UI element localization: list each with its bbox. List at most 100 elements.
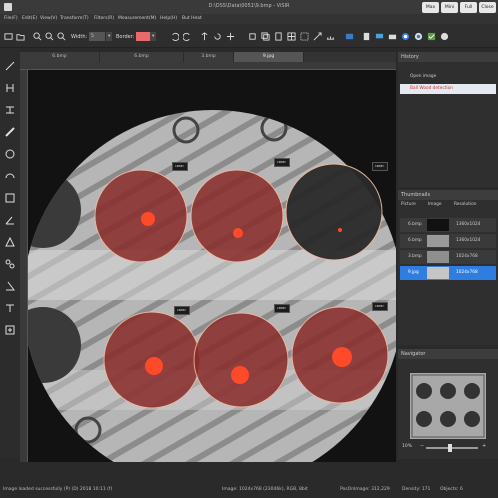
- measure-icon[interactable]: [326, 32, 335, 41]
- mirror-icon[interactable]: [226, 32, 235, 41]
- crop-icon[interactable]: [248, 32, 257, 41]
- image-canvas[interactable]: 18DF 1230D 18DF 1230D 18DF 1230D 18DF 1230D …: [28, 70, 396, 462]
- menu-help[interactable]: Help(H): [160, 16, 177, 21]
- paste-icon[interactable]: [274, 32, 283, 41]
- info-icon[interactable]: [414, 32, 423, 41]
- detected-object[interactable]: [190, 169, 284, 263]
- camera-icon[interactable]: [388, 32, 397, 41]
- max-button[interactable]: Max: [422, 2, 439, 13]
- border-dropdown[interactable]: ▾: [150, 32, 156, 41]
- flip-icon[interactable]: [200, 32, 209, 41]
- thumbnails-panel: Thumbnails Picture Image Resolution 6.bm…: [398, 190, 498, 345]
- thumbnail-name: 9.jpg: [408, 270, 419, 275]
- zoom-slider-handle[interactable]: [448, 444, 452, 452]
- open-icon[interactable]: [4, 32, 13, 41]
- menu-bar: File(F) Edit(E) View(V) Transform(T) Fil…: [0, 14, 498, 24]
- width-dropdown[interactable]: ▾: [106, 32, 112, 41]
- width-field[interactable]: 5: [89, 32, 105, 41]
- rect-tool-icon[interactable]: [4, 192, 16, 204]
- border-label: Border:: [116, 34, 135, 40]
- object-label: 18DF 1230D: [274, 304, 290, 313]
- status-message: Image loaded successfully (P) (D) 2018 1…: [3, 487, 113, 492]
- check-icon[interactable]: [427, 32, 436, 41]
- text-tool-icon[interactable]: [4, 302, 16, 314]
- zoom-fit-icon[interactable]: [57, 32, 66, 41]
- navigator-preview[interactable]: [410, 373, 486, 439]
- toolbar: Width: 5 ▾ Border: ▾: [0, 24, 498, 48]
- redo-icon[interactable]: [183, 32, 192, 41]
- point-tool-icon[interactable]: [4, 258, 16, 270]
- menu-edit[interactable]: Edit(E): [22, 16, 37, 21]
- horizontal-ruler: [20, 62, 396, 70]
- menu-transform[interactable]: Transform(T): [60, 16, 89, 21]
- height-tool-icon[interactable]: [4, 82, 16, 94]
- select-icon[interactable]: [300, 32, 309, 41]
- help-icon[interactable]: [440, 32, 449, 41]
- zoom-in-icon[interactable]: +: [482, 443, 486, 449]
- thumbnail-row[interactable]: 6.bmp 1360x1024: [400, 218, 496, 232]
- thumbnail-row[interactable]: 6.bmp 1360x1024: [400, 234, 496, 248]
- vertical-ruler: [20, 70, 28, 462]
- thumbnails-title: Thumbnails: [398, 190, 498, 200]
- column-picture: Picture: [401, 202, 416, 207]
- transform-icon[interactable]: [313, 32, 322, 41]
- line-tool-icon[interactable]: [4, 60, 16, 72]
- ruler-tool-icon[interactable]: [4, 126, 16, 138]
- tab-9-jpg[interactable]: 9.jpg: [234, 52, 304, 62]
- thumbnail-row[interactable]: 3.bmp 1024x768: [400, 250, 496, 264]
- full-button[interactable]: Full: [460, 2, 477, 13]
- border-color-swatch[interactable]: [136, 32, 150, 41]
- density-readout: Density: 171: [402, 487, 431, 492]
- detected-object[interactable]: [94, 169, 188, 263]
- mini-button[interactable]: Mini: [441, 2, 458, 13]
- angle-tool-icon[interactable]: [4, 214, 16, 226]
- thumbnail-name: 3.bmp: [408, 254, 422, 259]
- position-readout: PosOnImage: 312,229: [340, 487, 390, 492]
- copy-icon[interactable]: [261, 32, 270, 41]
- zoom-in-icon[interactable]: [33, 32, 42, 41]
- history-item-open-image[interactable]: Open image: [400, 72, 496, 82]
- status-bar: Image loaded successfully (P) (D) 2018 1…: [0, 462, 498, 498]
- record-icon[interactable]: [401, 32, 410, 41]
- polygon-tool-icon[interactable]: [4, 236, 16, 248]
- history-item-label: Ball Wood detection: [410, 86, 453, 91]
- detected-object[interactable]: [285, 163, 383, 261]
- menu-view[interactable]: View(V): [40, 16, 57, 21]
- close-button[interactable]: Close: [479, 2, 496, 13]
- undo-icon[interactable]: [170, 32, 179, 41]
- thumbnail-row-selected[interactable]: 9.jpg 1024x768: [400, 266, 496, 280]
- tab-3-bmp[interactable]: 3.bmp: [184, 52, 234, 62]
- document-icon[interactable]: [362, 32, 371, 41]
- tab-6-bmp-2[interactable]: 6.bmp: [100, 52, 184, 62]
- angle2-tool-icon[interactable]: [4, 280, 16, 292]
- x-ray-image: [28, 70, 396, 462]
- image-icon[interactable]: [345, 32, 354, 41]
- width-tool-icon[interactable]: [4, 104, 16, 116]
- thumbnail-name: 6.bmp: [408, 222, 422, 227]
- thumbnail-name: 6.bmp: [408, 238, 422, 243]
- tab-6-bmp-1[interactable]: 6.bmp: [20, 52, 100, 62]
- thumbnail-image: [427, 267, 449, 279]
- grid-icon[interactable]: [287, 32, 296, 41]
- rotate-icon[interactable]: [213, 32, 222, 41]
- history-item-ball-wood-detection[interactable]: Ball Wood detection: [400, 84, 496, 94]
- history-item-label: Open image: [410, 74, 437, 79]
- zoom-out-icon[interactable]: [45, 32, 54, 41]
- screen-icon[interactable]: [375, 32, 384, 41]
- arc-tool-icon[interactable]: [4, 170, 16, 182]
- circle-tool-icon[interactable]: [4, 148, 16, 160]
- menu-but-heat[interactable]: But Heat: [182, 16, 202, 21]
- zoom-slider[interactable]: [426, 444, 478, 452]
- folder-icon[interactable]: [16, 32, 25, 41]
- menu-file[interactable]: File(F): [4, 16, 18, 21]
- object-label: 18DF 1230D: [172, 162, 188, 171]
- thumbnail-resolution: 1024x768: [456, 254, 478, 259]
- object-label: 18DF 1230D: [174, 306, 190, 315]
- menu-filters[interactable]: Filters(R): [94, 16, 114, 21]
- menu-measurement[interactable]: Measurement(M): [118, 16, 156, 21]
- column-resolution: Resolution: [454, 202, 477, 207]
- count-tool-icon[interactable]: [4, 324, 16, 336]
- zoom-out-icon[interactable]: −: [420, 443, 424, 449]
- detected-object[interactable]: [193, 312, 289, 408]
- history-title: History: [398, 52, 498, 62]
